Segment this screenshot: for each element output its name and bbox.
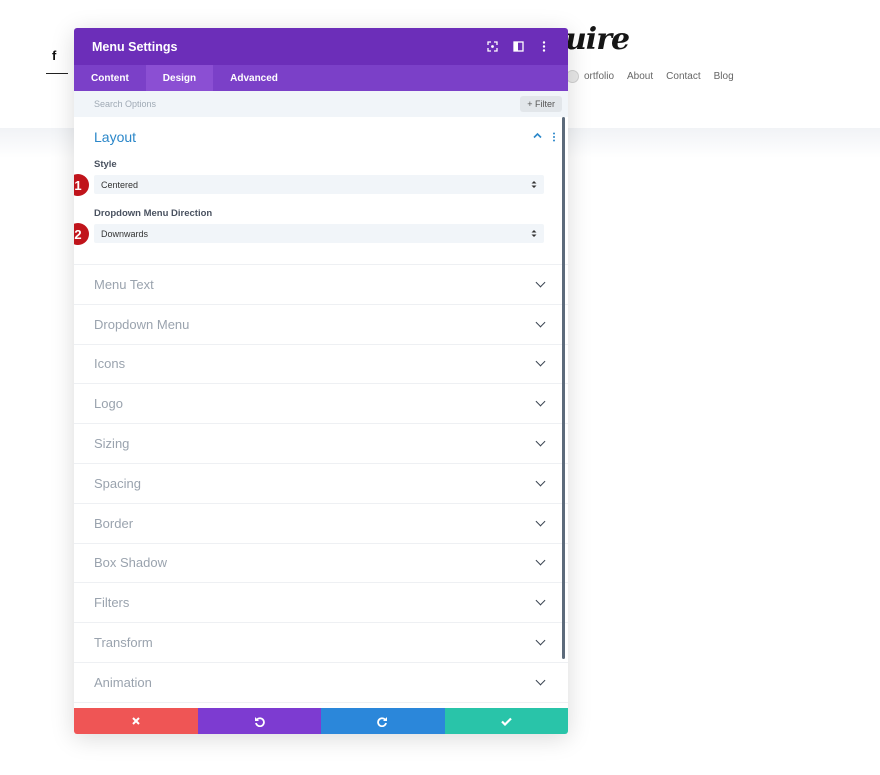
facebook-icon[interactable]: f — [52, 48, 56, 63]
options-panel: Layout Style 1 Centered Dropdown Menu Di… — [74, 117, 568, 708]
section-box-shadow[interactable]: Box Shadow — [74, 544, 568, 584]
fullscreen-icon[interactable] — [486, 41, 498, 53]
modal-footer — [74, 708, 568, 734]
more-options-icon[interactable] — [538, 41, 550, 53]
section-label: Menu Text — [94, 276, 154, 292]
header-icons — [486, 41, 550, 53]
divider — [46, 73, 68, 74]
chevron-down-icon — [535, 436, 546, 447]
search-bar: Search Options + Filter — [74, 91, 568, 117]
style-value: Centered — [101, 179, 139, 190]
section-sizing[interactable]: Sizing — [74, 424, 568, 464]
section-label: Icons — [94, 356, 126, 372]
step-badge-1: 1 — [74, 174, 89, 196]
style-select[interactable]: 1 Centered — [74, 174, 544, 196]
nav-item-contact[interactable]: Contact — [666, 71, 700, 82]
tab-advanced[interactable]: Advanced — [213, 65, 295, 91]
section-label: Animation — [94, 674, 152, 690]
layout-title: Layout — [94, 129, 137, 145]
cancel-button[interactable] — [74, 708, 198, 734]
chevron-down-icon — [535, 357, 546, 367]
modal-title: Menu Settings — [92, 39, 178, 54]
section-label: Border — [94, 515, 134, 531]
filter-button[interactable]: + Filter — [520, 96, 562, 112]
chevron-down-icon — [535, 476, 546, 487]
section-menu-text[interactable]: Menu Text — [74, 265, 568, 305]
section-transform[interactable]: Transform — [74, 623, 568, 663]
section-border[interactable]: Border — [74, 504, 568, 544]
chevron-up-icon[interactable] — [533, 132, 542, 139]
chevron-down-icon — [535, 396, 546, 407]
direction-select[interactable]: 2 Downwards — [74, 223, 544, 245]
scrollbar[interactable] — [562, 117, 565, 659]
direction-label: Dropdown Menu Direction — [94, 208, 213, 219]
section-dropdown-menu[interactable]: Dropdown Menu — [74, 305, 568, 345]
nav-item-about[interactable]: About — [627, 71, 653, 82]
section-label: Transform — [94, 635, 153, 651]
redo-icon — [377, 716, 388, 727]
select-arrows-icon — [531, 230, 537, 237]
section-logo[interactable]: Logo — [74, 384, 568, 425]
section-label: Logo — [94, 396, 123, 412]
section-icons[interactable]: Icons — [74, 345, 568, 385]
chevron-down-icon — [535, 556, 546, 566]
close-icon — [132, 717, 140, 725]
select-arrows-icon — [531, 181, 537, 188]
save-button[interactable] — [444, 708, 568, 734]
chevron-down-icon — [535, 675, 546, 686]
layout-controls — [533, 132, 556, 142]
chevron-down-icon — [535, 317, 546, 328]
chevron-down-icon — [535, 595, 546, 606]
section-label: Spacing — [94, 475, 141, 491]
chevron-down-icon — [535, 635, 546, 646]
split-view-icon[interactable] — [512, 41, 524, 53]
direction-value: Downwards — [101, 228, 149, 239]
tab-bar: Content Design Advanced — [74, 65, 568, 91]
modal-header: Menu Settings — [74, 28, 568, 65]
layout-section: Layout Style 1 Centered Dropdown Menu Di… — [74, 117, 568, 265]
undo-icon — [254, 716, 265, 727]
site-logo[interactable]: uire — [565, 22, 630, 57]
redo-button[interactable] — [321, 708, 445, 734]
section-label: Box Shadow — [94, 555, 167, 571]
section-spacing[interactable]: Spacing — [74, 464, 568, 504]
site-nav: ortfolio About Contact Blog — [584, 71, 734, 82]
nav-item-portfolio[interactable]: ortfolio — [584, 71, 614, 82]
chevron-down-icon — [535, 516, 546, 527]
undo-button[interactable] — [197, 708, 321, 734]
step-badge-2: 2 — [74, 223, 89, 245]
more-options-icon[interactable] — [552, 132, 556, 142]
nav-item-blog[interactable]: Blog — [714, 71, 734, 82]
style-label: Style — [94, 159, 117, 170]
search-input[interactable]: Search Options — [94, 99, 156, 109]
menu-settings-modal: Menu Settings Content Design Advanced Se… — [74, 28, 568, 734]
tab-content[interactable]: Content — [74, 65, 146, 91]
tab-design[interactable]: Design — [145, 65, 214, 91]
section-label: Filters — [94, 595, 130, 611]
layout-header[interactable]: Layout — [94, 129, 555, 145]
section-animation[interactable]: Animation — [74, 663, 568, 703]
section-label: Dropdown Menu — [94, 316, 190, 332]
checkmark-icon — [500, 717, 512, 726]
section-filters[interactable]: Filters — [74, 583, 568, 624]
chevron-down-icon — [535, 277, 546, 288]
section-label: Sizing — [94, 436, 130, 452]
